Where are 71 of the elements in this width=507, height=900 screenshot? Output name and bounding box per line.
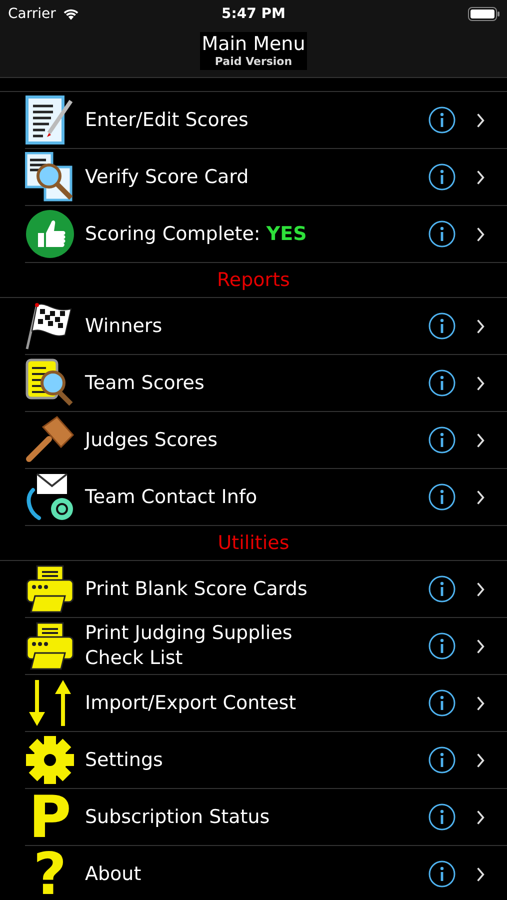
- chevron-icon: [476, 752, 485, 768]
- envelope-phone-icon: [25, 472, 75, 522]
- info-icon[interactable]: [428, 106, 456, 134]
- menu-item[interactable]: Winners: [25, 298, 507, 355]
- info-icon[interactable]: [428, 803, 456, 831]
- printer-icon: [25, 621, 75, 671]
- chevron-icon: [476, 318, 485, 334]
- thumbs-up-icon: [25, 209, 75, 259]
- menu-item-label: Subscription Status: [85, 804, 271, 830]
- chevron-icon: [476, 638, 485, 654]
- menu-item[interactable]: Verify Score Card: [25, 149, 507, 206]
- menu-item-label: Enter/Edit Scores: [85, 108, 250, 132]
- info-icon[interactable]: [428, 689, 456, 717]
- chevron-icon: [476, 490, 485, 504]
- glyph-icon: P: [28, 791, 72, 843]
- info-icon[interactable]: [428, 369, 456, 397]
- clock-time: 5:47 PM: [222, 6, 286, 22]
- list-magnifier-icon: [25, 358, 75, 408]
- menu-item[interactable]: Scoring Complete: YES: [25, 206, 507, 263]
- info-icon[interactable]: [428, 483, 456, 511]
- document-magnifier-icon: [25, 152, 75, 202]
- menu-item-label: Team Contact Info: [85, 484, 258, 510]
- screen-subtitle: Paid Version: [214, 55, 292, 69]
- chevron-icon: [476, 866, 485, 882]
- menu-item-label: Settings: [85, 748, 164, 772]
- menu-item-label: Team Scores: [85, 370, 206, 396]
- menu-item[interactable]: Print Judging Supplies Check List: [25, 618, 507, 675]
- section-header: Utilities: [0, 526, 507, 561]
- menu-item-label: Winners: [85, 314, 164, 338]
- menu-item-label: Verify Score Card: [85, 164, 250, 190]
- section-header: Reports: [0, 263, 507, 298]
- menu-item[interactable]: Import/Export Contest: [25, 675, 507, 732]
- menu-item[interactable]: Enter/Edit Scores: [25, 92, 507, 149]
- menu-item-label: Print Blank Score Cards: [85, 576, 308, 602]
- menu-item[interactable]: Team Scores: [25, 355, 507, 412]
- menu-item[interactable]: ? About: [25, 846, 507, 900]
- chevron-icon: [476, 112, 485, 128]
- info-icon[interactable]: [428, 860, 456, 888]
- carrier-name: Carrier: [8, 6, 56, 22]
- battery-icon: [468, 7, 500, 21]
- wifi-icon: [62, 8, 80, 20]
- settings-icon: [25, 735, 75, 785]
- chevron-icon: [476, 376, 485, 390]
- chevron-icon: [476, 810, 485, 824]
- chevron-icon: [476, 432, 485, 448]
- chevron-icon: [476, 226, 485, 242]
- chevron-icon: [476, 696, 485, 710]
- menu-item[interactable]: Print Blank Score Cards: [25, 561, 507, 618]
- info-icon[interactable]: [428, 163, 456, 191]
- menu-item[interactable]: P Subscription Status: [25, 789, 507, 846]
- info-icon[interactable]: [428, 220, 456, 248]
- menu-item[interactable]: Team Contact Info: [25, 469, 507, 526]
- menu-item-label: About: [85, 862, 142, 886]
- gavel-icon: [25, 415, 75, 465]
- glyph-icon: ?: [33, 848, 67, 900]
- info-icon[interactable]: [428, 632, 456, 660]
- screen-title: Main Menu: [202, 33, 306, 55]
- menu-item-label: Import/Export Contest: [85, 690, 298, 716]
- menu-item-label: Judges Scores: [85, 428, 219, 452]
- menu-item-label: Print Judging Supplies Check List: [85, 621, 294, 671]
- info-icon[interactable]: [428, 575, 456, 603]
- menu-item[interactable]: Settings: [25, 732, 507, 789]
- chevron-icon: [476, 170, 485, 184]
- menu-item-label: Scoring Complete: YES: [85, 222, 308, 246]
- menu-item[interactable]: Judges Scores: [25, 412, 507, 469]
- document-pen-icon: [25, 95, 75, 145]
- info-icon[interactable]: [428, 312, 456, 340]
- chevron-icon: [476, 582, 485, 596]
- info-icon[interactable]: [428, 426, 456, 454]
- printer-icon: [25, 564, 75, 614]
- info-icon[interactable]: [428, 746, 456, 774]
